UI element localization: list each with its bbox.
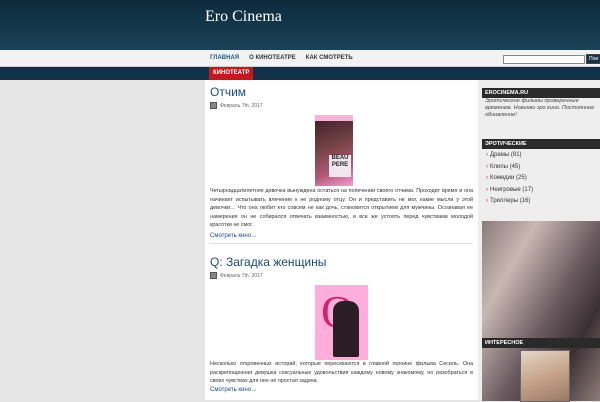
post-date: Февраль 7th, 2017 <box>210 272 263 279</box>
category-count: (81) <box>510 152 522 158</box>
calendar-icon <box>210 272 217 279</box>
arrow-right-icon: › <box>486 175 488 182</box>
post-poster[interactable]: BEAU PERE <box>315 115 353 186</box>
sidebar-heading-categories: ЭРОТИЧЕСКИЕ <box>482 139 600 149</box>
category-item[interactable]: › Драмы (81) <box>486 150 533 162</box>
calendar-icon <box>210 102 217 109</box>
main-nav: ГЛАВНАЯ О КИНОТЕАТРЕ КАК СМОТРЕТЬ <box>205 50 358 66</box>
category-list: › Драмы (81) › Клипы (45) › Комедии (25) › Н… <box>486 150 533 208</box>
category-count: (16) <box>519 198 531 205</box>
category-item[interactable]: › Триллеры (16) <box>486 196 533 208</box>
category-item[interactable]: › Комедии (25) <box>486 173 533 185</box>
nav-item-how-to-watch[interactable]: КАК СМОТРЕТЬ <box>301 50 358 66</box>
post-date-text: Февраль 7th, 2017 <box>220 102 263 109</box>
poster-title: BEAU PERE <box>329 155 351 177</box>
category-item[interactable]: › Клипы (45) <box>486 162 533 174</box>
arrow-right-icon: › <box>486 152 488 158</box>
poster-banner <box>315 115 353 121</box>
post-description: Несколько откровенных историй, которые п… <box>210 361 473 384</box>
post-divider <box>210 243 473 244</box>
search-input[interactable] <box>503 55 585 64</box>
sidebar-heading-about: EROCINEMA.RU <box>482 88 600 98</box>
category-count: (45) <box>509 163 521 170</box>
arrow-right-icon: › <box>486 163 488 170</box>
left-panel <box>0 80 205 400</box>
category-tab-cinema[interactable]: КИНОТЕАТР <box>209 67 254 80</box>
site-title[interactable]: Ero Cinema <box>205 8 282 26</box>
nav-item-about[interactable]: О КИНОТЕАТРЕ <box>244 50 301 66</box>
watch-link[interactable]: Смотреть кино→ <box>210 233 257 239</box>
poster-figure <box>333 301 359 357</box>
post-date: Февраль 7th, 2017 <box>210 102 263 109</box>
site-header <box>0 0 600 50</box>
post-date-text: Февраль 7th, 2017 <box>220 272 263 279</box>
sidebar: EROCINEMA.RU Эротические фильмы проверен… <box>478 80 600 402</box>
arrow-right-icon: › <box>486 186 488 193</box>
watch-link[interactable]: Смотреть кино→ <box>210 387 257 393</box>
post-title[interactable]: Отчим <box>210 85 246 99</box>
arrow-right-icon: › <box>486 198 488 205</box>
post-poster[interactable]: Q <box>315 285 368 360</box>
sidebar-heading-interesting: ИНТЕРЕСНОЕ <box>482 338 600 348</box>
category-name: Комедии <box>490 175 515 182</box>
sidebar-about-text: Эротические фильмы проверенные временем.… <box>485 98 595 118</box>
category-count: (17) <box>522 186 534 193</box>
main-content: Отчим Февраль 7th, 2017 BEAU PERE Четырн… <box>205 80 478 400</box>
category-item[interactable]: › Неигровые (17) <box>486 185 533 197</box>
category-name: Неигровые <box>490 186 521 193</box>
category-count: (25) <box>516 175 527 182</box>
post-description: Четырнадцатилетняя девочка вынуждена ост… <box>210 188 473 228</box>
nav-item-home[interactable]: ГЛАВНАЯ <box>205 50 244 66</box>
search-button[interactable]: Пои <box>586 54 600 64</box>
interesting-thumbnail[interactable] <box>520 350 570 402</box>
category-name: Триллеры <box>490 198 519 205</box>
category-name: Клипы <box>490 163 508 170</box>
category-bar <box>0 67 600 80</box>
post-title[interactable]: Q: Загадка женщины <box>210 255 326 269</box>
category-name: Драмы <box>490 152 510 158</box>
